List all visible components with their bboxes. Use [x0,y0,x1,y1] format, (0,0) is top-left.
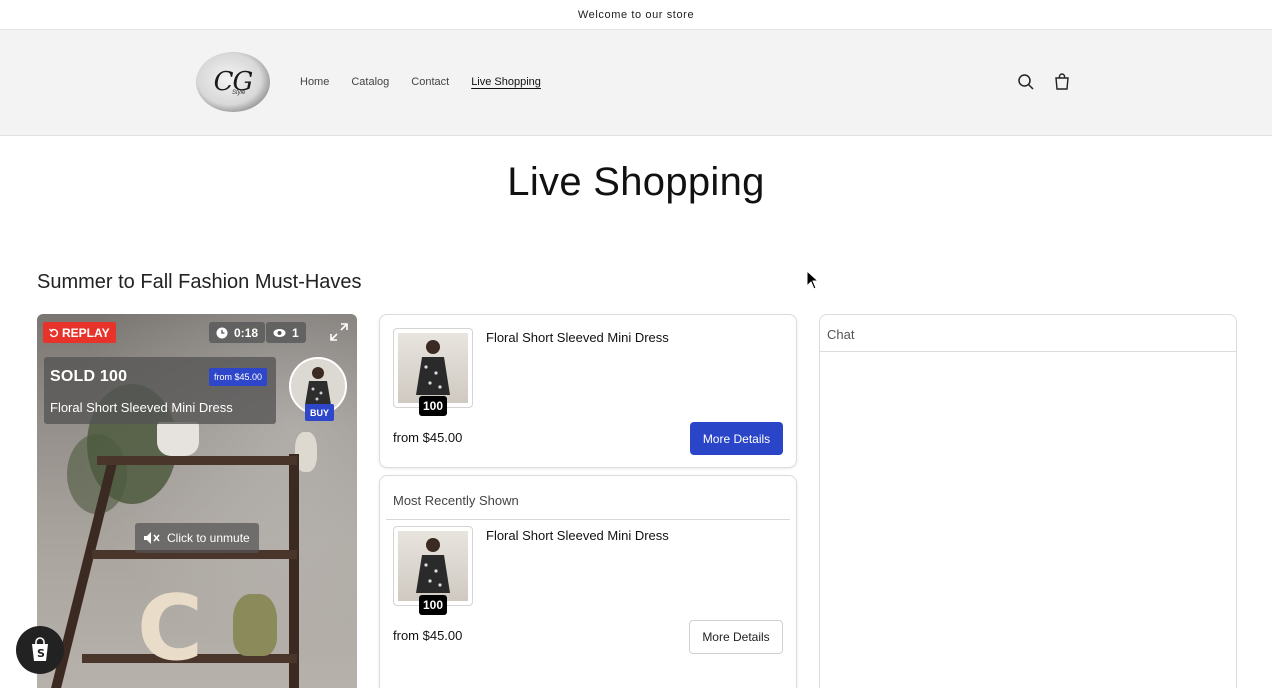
dress-image [416,340,450,395]
expand-icon[interactable] [330,323,348,341]
svg-text:S: S [37,647,45,660]
unmute-button[interactable]: Click to unmute [135,523,259,553]
search-icon[interactable] [1017,73,1035,91]
product-thumbnail[interactable] [393,526,473,606]
shopping-bag-icon: S [32,637,48,661]
product-price: from $45.00 [393,430,463,445]
main-nav: Home Catalog Contact Live Shopping [300,76,541,88]
more-details-button[interactable]: More Details [689,620,783,654]
live-video-player[interactable]: C REPLAY 0:18 1 SOLD 100 from $45.00 Flo… [37,314,357,688]
product-photo [398,333,468,403]
shelf-leg-right [289,454,299,688]
buy-button[interactable]: BUY [305,404,335,421]
sold-price-badge: from $45.00 [209,368,268,386]
mouse-cursor-icon [806,270,820,290]
announcement-bar: Welcome to our store [0,0,1272,30]
duration-text: 0:18 [234,325,259,340]
muted-speaker-icon [144,532,160,544]
site-header: CG Style Home Catalog Contact Live Shopp… [0,30,1272,136]
page-title: Live Shopping [507,160,765,204]
replay-icon [49,328,59,337]
sold-count-badge: 100 [419,396,447,416]
product-name[interactable]: Floral Short Sleeved Mini Dress [486,528,669,543]
nav-home[interactable]: Home [300,76,329,88]
nav-catalog[interactable]: Catalog [351,76,389,88]
sold-overlay-card[interactable]: SOLD 100 from $45.00 Floral Short Sleeve… [44,357,276,424]
replay-button[interactable]: REPLAY [43,322,116,343]
sold-count-badge: 100 [419,595,447,615]
unmute-label: Click to unmute [167,531,250,545]
nav-live-shopping[interactable]: Live Shopping [471,76,541,88]
eye-icon [273,328,286,337]
product-name[interactable]: Floral Short Sleeved Mini Dress [486,330,669,345]
chat-title: Chat [827,327,855,342]
more-details-button[interactable]: More Details [690,422,783,455]
product-price: from $45.00 [393,628,463,643]
clock-icon [216,327,228,338]
featured-product-card: 100 Floral Short Sleeved Mini Dress from… [379,314,797,468]
store-logo[interactable]: CG Style [196,52,270,112]
viewers-badge: 1 [266,322,306,343]
green-vase [233,594,277,656]
dress-image [416,538,450,593]
logo-subtext: Style [232,90,246,96]
section-divider [386,519,790,520]
plant-pot [157,422,199,456]
product-photo [398,531,468,601]
section-title: Summer to Fall Fashion Must-Haves [37,271,362,293]
duration-badge: 0:18 [209,322,266,343]
cart-icon[interactable] [1053,73,1071,91]
recently-shown-title: Most Recently Shown [393,493,519,508]
replay-label: REPLAY [62,325,110,340]
viewers-count: 1 [292,325,299,340]
shopify-button[interactable]: S [16,626,64,674]
recently-shown-card: Most Recently Shown 100 Floral Short Sle… [379,475,797,688]
nav-contact[interactable]: Contact [411,76,449,88]
decor-letter: C [137,576,204,681]
chat-panel: Chat [819,314,1237,688]
shelf-board [97,456,297,465]
sold-product-name: Floral Short Sleeved Mini Dress [50,400,233,415]
announcement-text: Welcome to our store [577,8,695,21]
chat-divider [820,351,1236,352]
sold-count: SOLD 100 [50,368,128,385]
